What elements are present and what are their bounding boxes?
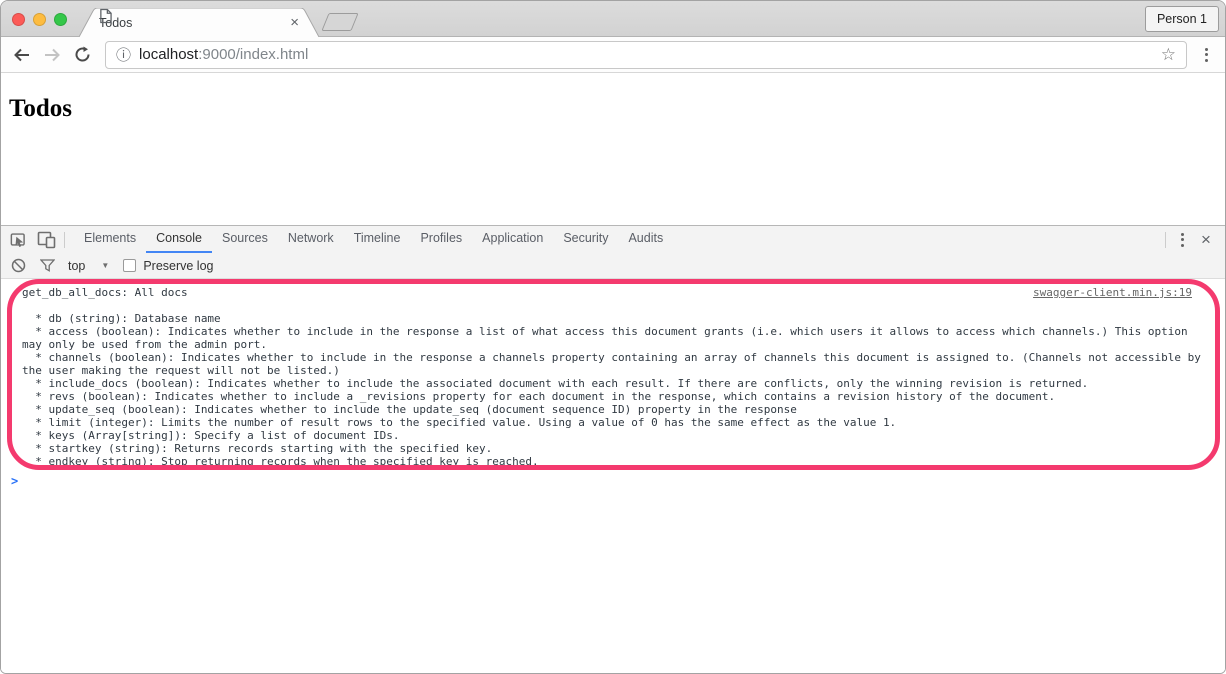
console-prompt[interactable]: > [1,474,1225,488]
reload-button[interactable] [69,42,95,68]
tab-network[interactable]: Network [278,226,344,253]
window-minimize-button[interactable] [33,13,46,26]
window-zoom-button[interactable] [54,13,67,26]
page-info-icon[interactable]: ⓘ [116,44,131,65]
device-toolbar-icon [37,230,56,249]
forward-arrow-icon [43,47,61,63]
chrome-menu-icon[interactable] [1195,42,1217,68]
tab-strip: Todos × Person 1 [1,1,1225,37]
devtools-panel: Elements Console Sources Network Timelin… [1,225,1225,674]
devtools-tab-bar: Elements Console Sources Network Timelin… [1,226,1225,253]
window-close-button[interactable] [12,13,25,26]
preserve-log-checkbox[interactable] [123,259,136,272]
preserve-log-label: Preserve log [143,259,213,273]
devtools-menu-icon[interactable] [1171,227,1193,253]
context-label: top [68,259,85,273]
page-favicon-icon [99,8,112,24]
console-message: get_db_all_docs: All docs * db (string):… [1,279,1225,468]
filter-button[interactable] [39,258,55,274]
url-host: localhost [139,46,198,63]
back-arrow-icon [13,47,31,63]
browser-tab[interactable]: Todos × [79,8,319,37]
execution-context-selector[interactable]: top ▼ [68,259,109,273]
browser-window: Todos × Person 1 ⓘ localhost:9000/in [0,0,1226,674]
tab-application[interactable]: Application [472,226,553,253]
toolbar-separator [1165,232,1166,248]
url-path: :9000/index.html [198,46,308,63]
tab-elements[interactable]: Elements [74,226,146,253]
device-toolbar-button[interactable] [33,226,59,253]
filter-funnel-icon [40,259,55,272]
forward-button[interactable] [39,42,65,68]
bookmark-star-icon[interactable]: ☆ [1161,45,1176,65]
tab-console[interactable]: Console [146,226,212,253]
inspect-element-button[interactable] [7,226,33,253]
console-toolbar: top ▼ Preserve log [1,253,1225,279]
tab-audits[interactable]: Audits [618,226,673,253]
devtools-tabs: Elements Console Sources Network Timelin… [74,226,673,253]
tab-profiles[interactable]: Profiles [410,226,472,253]
tab-title: Todos [99,16,282,30]
reload-icon [74,46,91,63]
page-title: Todos [9,95,1217,123]
chevron-down-icon: ▼ [101,261,109,270]
prompt-chevron-icon: > [11,474,18,488]
tab-sources[interactable]: Sources [212,226,278,253]
inspect-cursor-icon [10,230,30,249]
clear-console-button[interactable] [10,258,26,274]
profile-button[interactable]: Person 1 [1145,6,1219,32]
tab-close-icon[interactable]: × [290,15,299,30]
traffic-lights [12,13,67,26]
back-button[interactable] [9,42,35,68]
address-bar[interactable]: ⓘ localhost:9000/index.html ☆ [105,41,1187,69]
toolbar-separator [64,232,65,248]
navigation-bar: ⓘ localhost:9000/index.html ☆ [1,37,1225,73]
page-content: Todos [1,73,1225,225]
devtools-close-icon[interactable]: × [1193,230,1219,250]
console-output: get_db_all_docs: All docs * db (string):… [1,279,1225,674]
tab-security[interactable]: Security [553,226,618,253]
new-tab-button[interactable] [321,13,358,31]
console-source-link[interactable]: swagger-client.min.js:19 [1033,286,1192,299]
url-text[interactable]: localhost:9000/index.html [139,46,1153,63]
devtools-controls: × [1160,227,1225,253]
clear-console-icon [11,258,26,273]
tab-timeline[interactable]: Timeline [344,226,411,253]
